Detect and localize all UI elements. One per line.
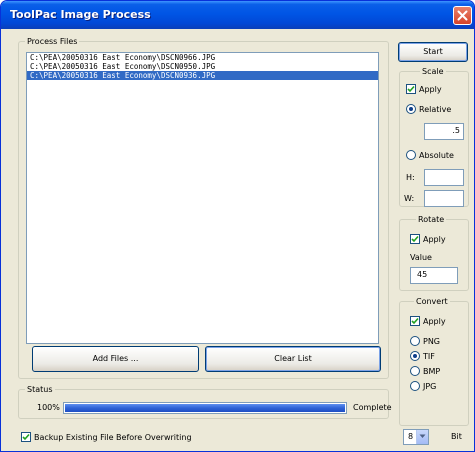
- bit-depth-select[interactable]: 8: [403, 429, 429, 445]
- check-icon: [411, 317, 419, 325]
- scale-apply-box[interactable]: [406, 84, 416, 94]
- scale-h-label: H:: [406, 173, 415, 182]
- check-icon: [22, 433, 30, 441]
- file-list-item[interactable]: C:\PEA\20050316 East Economy\DSCN0950.JP…: [27, 62, 378, 71]
- app-window: ToolPac Image Process Process Files C:\P…: [0, 0, 475, 452]
- backup-checkbox[interactable]: Backup Existing File Before Overwriting: [21, 432, 192, 442]
- process-files-group: Process Files C:\PEA\20050316 East Econo…: [18, 37, 389, 379]
- convert-jpg-radio[interactable]: JPG: [410, 381, 436, 391]
- convert-group: Convert Apply PNG TIF BMP JPG: [399, 297, 469, 426]
- backup-checkbox-box[interactable]: [21, 432, 31, 442]
- scale-w-input[interactable]: [424, 190, 464, 207]
- scale-relative-radio-dot[interactable]: [406, 104, 416, 114]
- rotate-value-input[interactable]: 45: [410, 267, 458, 284]
- bit-depth-dropdown-button[interactable]: [416, 430, 428, 444]
- scale-apply-checkbox[interactable]: Apply: [406, 84, 442, 94]
- convert-tif-radio-dot[interactable]: [410, 351, 420, 361]
- check-icon: [407, 85, 415, 93]
- file-list-item[interactable]: C:\PEA\20050316 East Economy\DSCN0966.JP…: [27, 53, 378, 62]
- convert-tif-radio[interactable]: TIF: [410, 351, 435, 361]
- add-files-button[interactable]: Add Files ...: [32, 346, 199, 372]
- progress-fill: [65, 404, 345, 412]
- convert-jpg-label: JPG: [423, 382, 437, 391]
- scale-apply-label: Apply: [419, 85, 442, 94]
- file-list-item-selected[interactable]: C:\PEA\20050316 East Economy\DSCN0936.JP…: [27, 71, 378, 80]
- rotate-legend: Rotate: [418, 215, 445, 224]
- scale-relative-input[interactable]: .5: [424, 123, 464, 140]
- title-bar[interactable]: ToolPac Image Process: [1, 1, 474, 29]
- scale-absolute-radio[interactable]: Absolute: [406, 150, 454, 160]
- bit-depth-value: 8: [408, 432, 414, 441]
- convert-bmp-radio[interactable]: BMP: [410, 366, 440, 376]
- scale-absolute-radio-dot[interactable]: [406, 150, 416, 160]
- window-title: ToolPac Image Process: [10, 8, 151, 21]
- check-icon: [411, 235, 419, 243]
- scale-h-input[interactable]: [424, 169, 464, 186]
- convert-jpg-radio-dot[interactable]: [410, 381, 420, 391]
- rotate-group: Rotate Apply Value 45: [399, 215, 469, 291]
- convert-tif-label: TIF: [423, 352, 435, 361]
- progress-bar: [63, 402, 347, 414]
- scale-group: Scale Apply Relative .5 Absolute H: W:: [399, 67, 469, 207]
- convert-legend: Convert: [416, 297, 448, 306]
- progress-percent: 100%: [37, 403, 60, 412]
- convert-apply-box[interactable]: [410, 316, 420, 326]
- convert-png-label: PNG: [423, 337, 441, 346]
- close-icon: [457, 10, 468, 21]
- convert-bmp-radio-dot[interactable]: [410, 366, 420, 376]
- start-button[interactable]: Start: [398, 42, 468, 62]
- convert-apply-checkbox[interactable]: Apply: [410, 316, 446, 326]
- rotate-apply-checkbox[interactable]: Apply: [410, 234, 446, 244]
- clear-list-button[interactable]: Clear List: [205, 346, 381, 372]
- chevron-down-icon: [419, 434, 426, 438]
- rotate-apply-label: Apply: [423, 235, 446, 244]
- convert-bmp-label: BMP: [423, 367, 441, 376]
- file-list[interactable]: C:\PEA\20050316 East Economy\DSCN0966.JP…: [26, 52, 379, 344]
- rotate-apply-box[interactable]: [410, 234, 420, 244]
- status-group: Status 100% Complete: [18, 385, 392, 419]
- scale-legend: Scale: [422, 67, 444, 76]
- convert-png-radio[interactable]: PNG: [410, 336, 440, 346]
- close-button[interactable]: [453, 6, 472, 25]
- bit-label: Bit: [451, 432, 462, 441]
- convert-png-radio-dot[interactable]: [410, 336, 420, 346]
- process-files-legend: Process Files: [27, 37, 78, 46]
- scale-relative-radio[interactable]: Relative: [406, 104, 451, 114]
- backup-checkbox-label: Backup Existing File Before Overwriting: [34, 433, 192, 442]
- scale-absolute-label: Absolute: [419, 151, 454, 160]
- status-legend: Status: [27, 385, 53, 394]
- scale-relative-label: Relative: [419, 105, 452, 114]
- rotate-value-label: Value: [410, 253, 432, 262]
- scale-w-label: W:: [404, 194, 415, 203]
- convert-apply-label: Apply: [423, 317, 446, 326]
- status-text: Complete: [353, 403, 392, 412]
